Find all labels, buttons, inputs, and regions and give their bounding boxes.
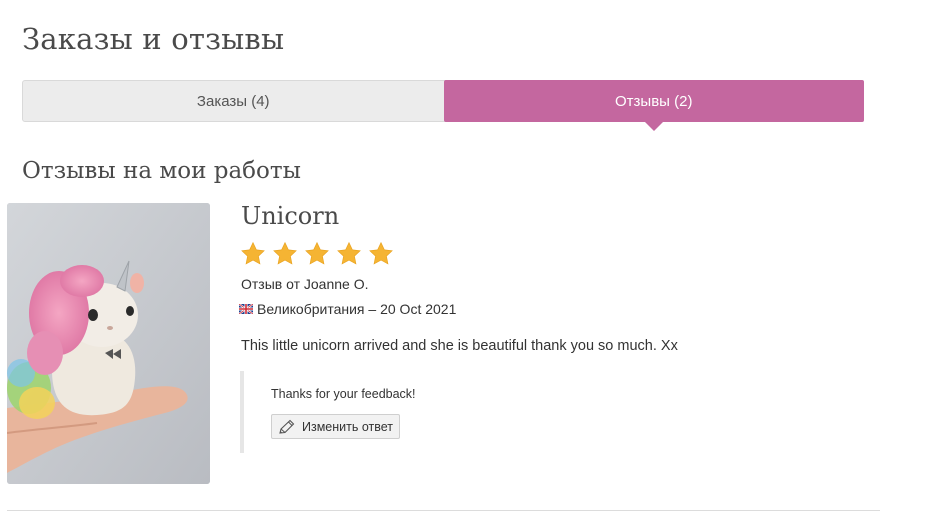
star-icon bbox=[305, 241, 329, 265]
tabs: Заказы (4) Отзывы (2) bbox=[22, 80, 864, 131]
edit-reply-label: Изменить ответ bbox=[302, 419, 394, 434]
divider bbox=[7, 510, 880, 511]
section-title: Отзывы на мои работы bbox=[22, 158, 301, 184]
pencil-icon bbox=[279, 419, 295, 434]
review-meta: Великобритания – 20 Oct 2021 bbox=[239, 301, 456, 317]
uk-flag-icon bbox=[239, 304, 253, 314]
review-country: Великобритания bbox=[257, 301, 365, 317]
edit-reply-button[interactable]: Изменить ответ bbox=[271, 414, 401, 439]
review-author: Отзыв от Joanne O. bbox=[241, 276, 369, 292]
star-icon bbox=[337, 241, 361, 265]
rating-stars bbox=[240, 241, 394, 267]
tab-reviews[interactable]: Отзывы (2) bbox=[443, 80, 864, 131]
star-icon bbox=[369, 241, 393, 265]
tab-orders[interactable]: Заказы (4) bbox=[23, 81, 444, 121]
product-photo[interactable] bbox=[7, 203, 210, 484]
page-title: Заказы и отзывы bbox=[22, 22, 285, 56]
item-title[interactable]: Unicorn bbox=[241, 202, 339, 230]
review-text: This little unicorn arrived and she is b… bbox=[241, 338, 678, 354]
seller-reply: Thanks for your feedback! Изменить ответ bbox=[240, 371, 540, 453]
star-icon bbox=[241, 241, 265, 265]
unicorn-photo-image bbox=[7, 203, 210, 484]
star-icon bbox=[273, 241, 297, 265]
reply-text: Thanks for your feedback! bbox=[271, 387, 416, 401]
review-date: 20 Oct 2021 bbox=[380, 301, 457, 317]
review-separator: – bbox=[368, 301, 377, 317]
